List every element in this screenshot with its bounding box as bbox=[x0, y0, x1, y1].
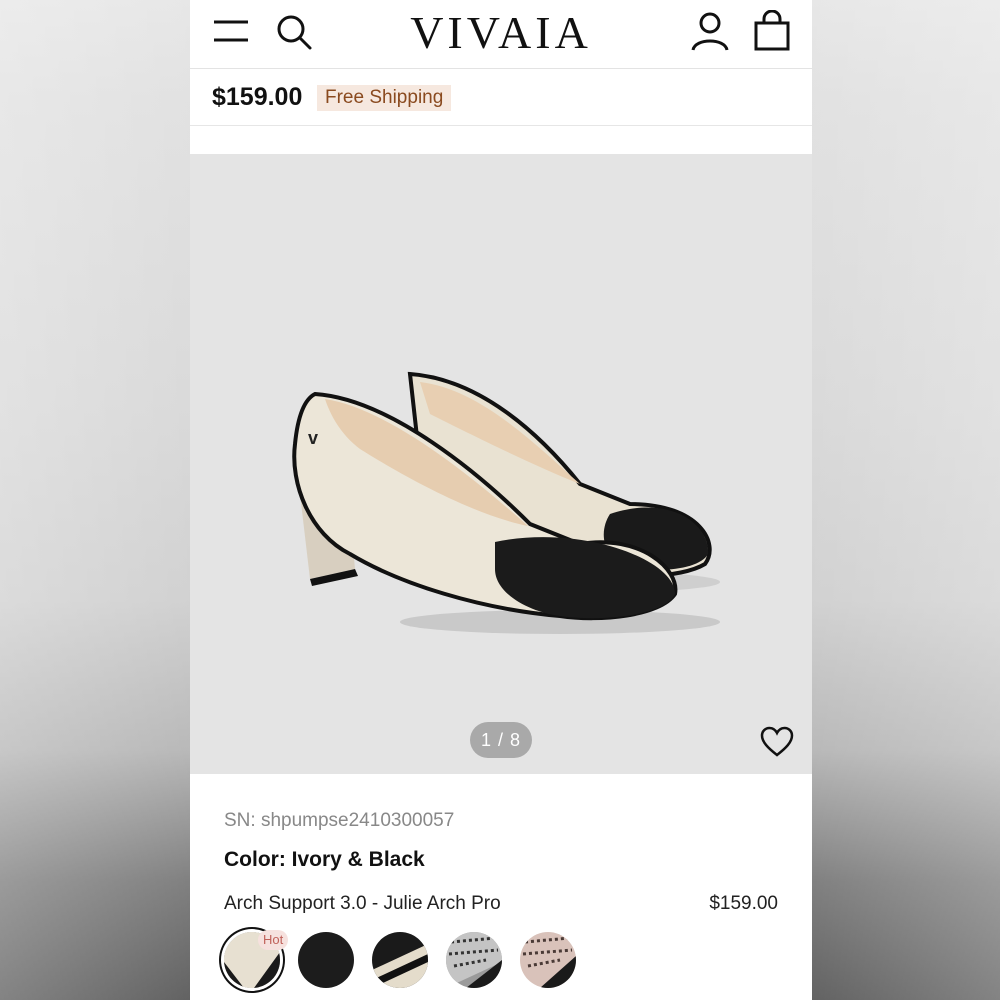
shopping-bag-button[interactable] bbox=[750, 9, 794, 54]
selected-color-label: Color: Ivory & Black bbox=[224, 848, 425, 871]
swatch-tweed-bw-image bbox=[446, 932, 502, 988]
site-header: VIVAIA bbox=[190, 0, 812, 69]
image-counter: 1 / 8 bbox=[470, 722, 532, 758]
swatch-black-white-tweed[interactable] bbox=[446, 932, 502, 988]
product-info: SN: shpumpse2410300057 Color: Ivory & Bl… bbox=[190, 774, 812, 1000]
free-shipping-badge: Free Shipping bbox=[317, 85, 452, 111]
variant-name: Arch Support 3.0 - Julie Arch Pro bbox=[224, 893, 501, 914]
swatch-tweed-pink-image bbox=[520, 932, 576, 988]
variant-price: $159.00 bbox=[709, 893, 778, 914]
account-button[interactable] bbox=[688, 10, 732, 54]
svg-text:v: v bbox=[308, 428, 318, 448]
swatch-black-image bbox=[298, 932, 354, 988]
bag-icon bbox=[754, 9, 790, 51]
mobile-page: VIVAIA $159.00 Free Shipping v 1 / 8 SN:… bbox=[190, 0, 812, 1000]
hot-badge: Hot bbox=[258, 930, 289, 950]
swatch-pink-black-tweed[interactable] bbox=[520, 932, 576, 988]
price-bar: $159.00 Free Shipping bbox=[190, 70, 812, 126]
account-icon bbox=[691, 12, 729, 51]
product-image-gallery[interactable]: v 1 / 8 bbox=[190, 154, 812, 774]
product-price: $159.00 bbox=[212, 83, 303, 111]
swatch-black-ivory[interactable] bbox=[372, 932, 428, 988]
product-image: v bbox=[292, 371, 720, 634]
wishlist-button[interactable] bbox=[760, 726, 794, 758]
heart-icon bbox=[760, 726, 794, 757]
swatch-black-ivory-image bbox=[372, 932, 428, 988]
swatch-black[interactable] bbox=[298, 932, 354, 988]
product-sn: SN: shpumpse2410300057 bbox=[224, 810, 455, 831]
